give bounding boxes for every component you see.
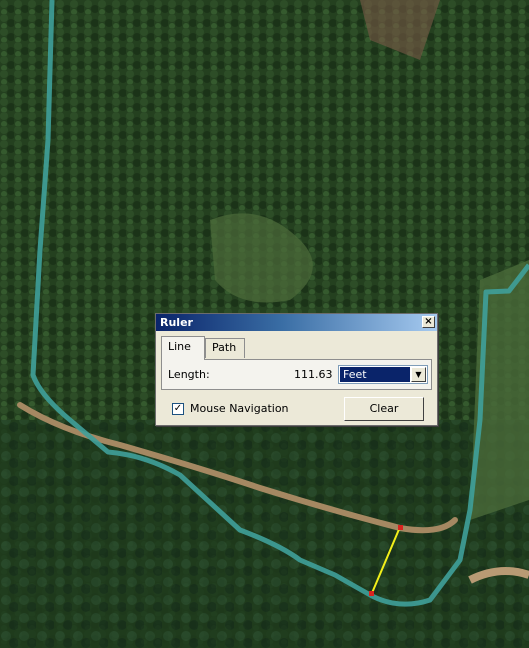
chevron-down-icon[interactable]: ▼ <box>411 367 426 382</box>
ruler-end-point[interactable] <box>369 591 374 596</box>
units-selected-value: Feet <box>340 367 410 382</box>
length-value: 111.63 <box>294 368 333 381</box>
units-dropdown[interactable]: Feet ▼ <box>338 365 428 384</box>
dialog-title: Ruler <box>160 316 193 329</box>
close-icon[interactable]: × <box>422 316 435 328</box>
ruler-dialog-titlebar[interactable]: Ruler × <box>156 314 437 331</box>
mouse-navigation-label: Mouse Navigation <box>190 402 289 415</box>
ruler-dialog: Ruler × Line Path Length: 111.63 Feet ▼ … <box>155 313 438 426</box>
ruler-start-point[interactable] <box>398 525 403 530</box>
tab-line[interactable]: Line <box>161 336 205 360</box>
tab-path[interactable]: Path <box>205 338 245 358</box>
mouse-navigation-checkbox[interactable]: ✓ <box>172 403 184 415</box>
length-label: Length: <box>168 368 210 381</box>
line-tab-panel: Length: 111.63 Feet ▼ <box>161 359 432 390</box>
tab-line-label: Line <box>168 340 191 353</box>
forest-lower <box>0 420 529 648</box>
clear-button[interactable]: Clear <box>344 397 424 421</box>
tab-path-label: Path <box>212 341 237 354</box>
